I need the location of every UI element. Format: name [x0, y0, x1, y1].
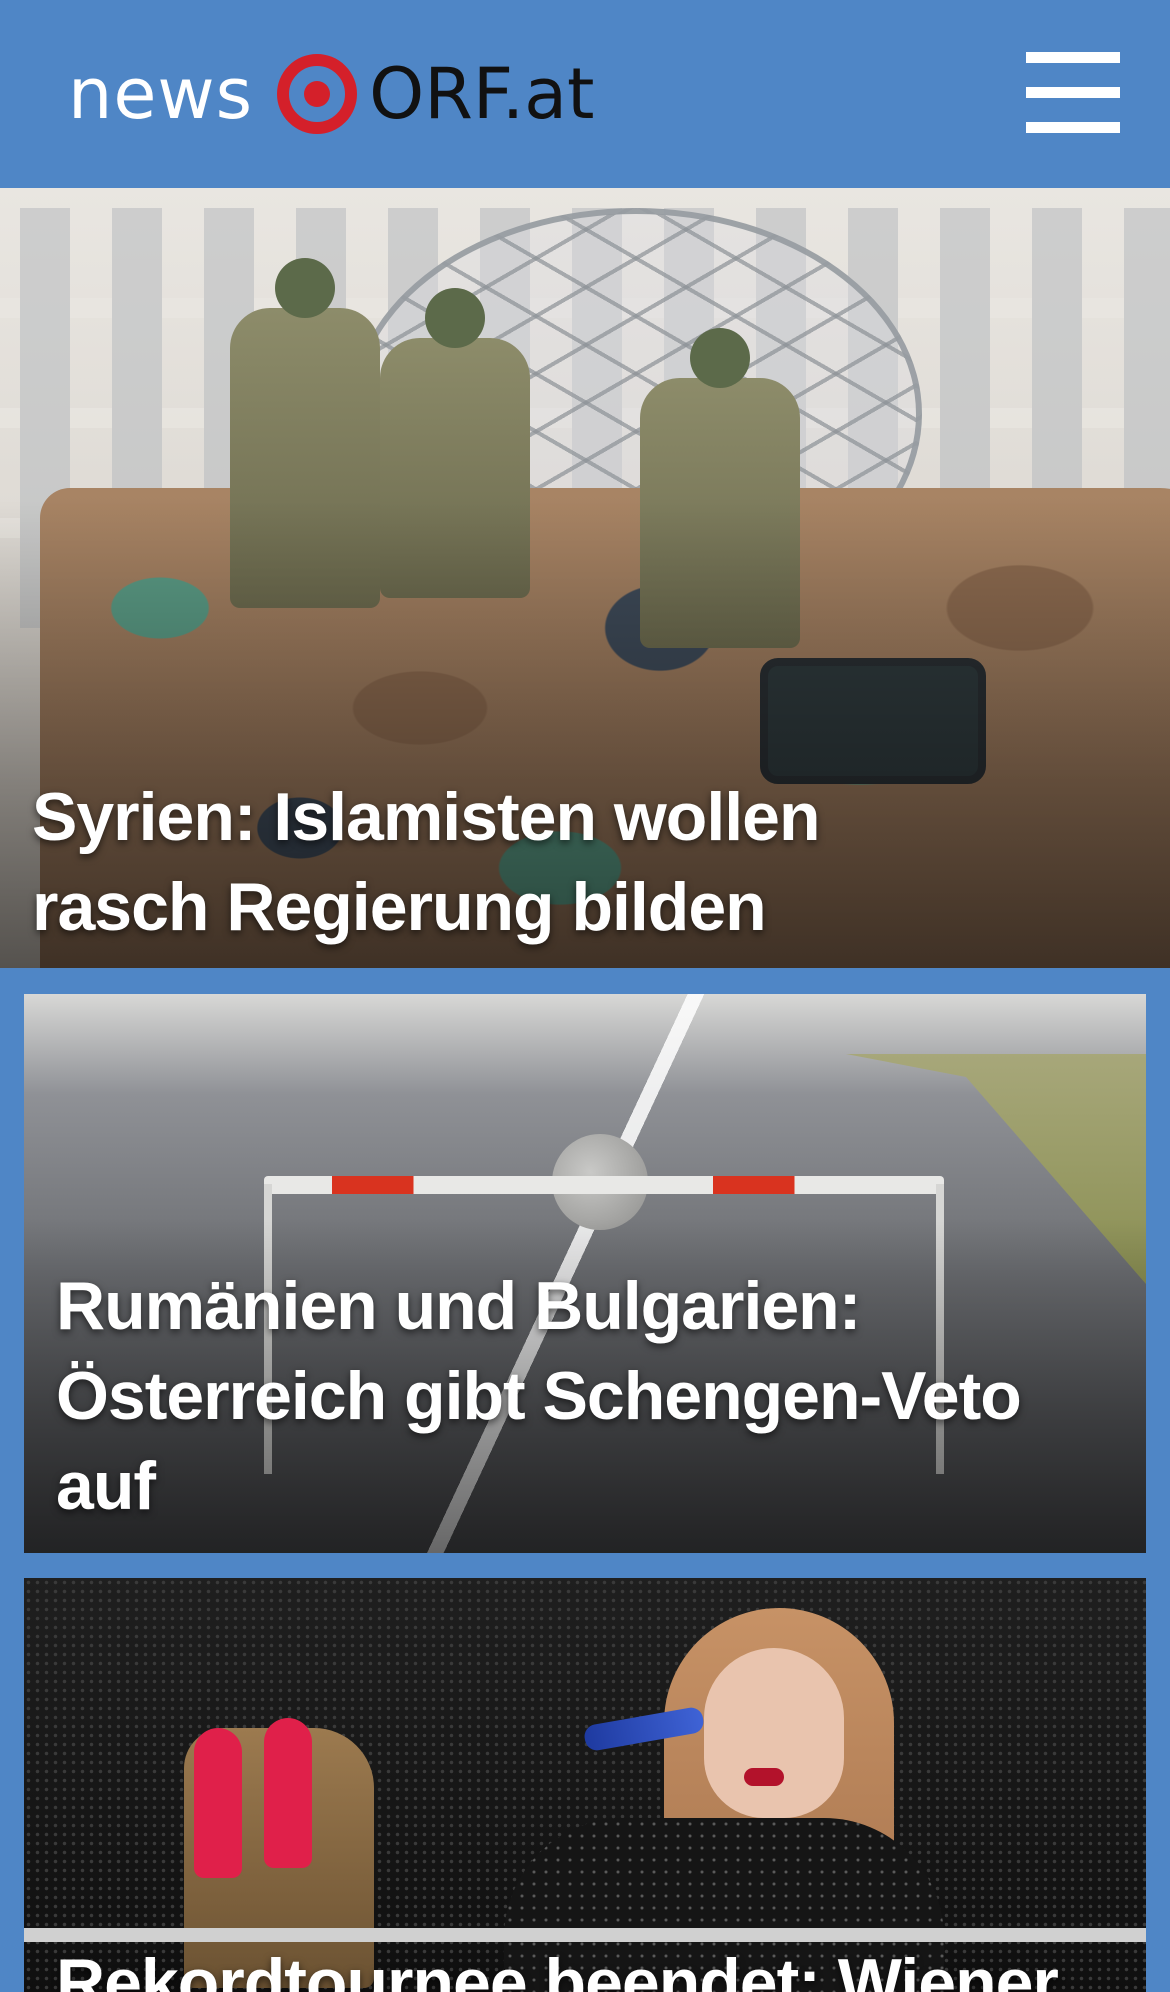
article-card-schengen[interactable]: Rumänien und Bulgarien: Österreich gibt …: [24, 994, 1146, 1553]
article-headline[interactable]: Syrien: Islamisten wollen rasch Regierun…: [32, 772, 970, 952]
article-card-tour[interactable]: Rekordtournee beendet: Wiener: [24, 1578, 1146, 1992]
orf-news-logo[interactable]: news ORF.at: [68, 52, 595, 136]
orf-target-logo-icon: [275, 52, 359, 136]
article-image-concert-singer: [24, 1578, 1146, 1992]
article-headline[interactable]: Rumänien und Bulgarien: Österreich gibt …: [56, 1261, 1126, 1531]
hamburger-menu-icon[interactable]: [1022, 50, 1122, 136]
article-card-syria[interactable]: Syrien: Islamisten wollen rasch Regierun…: [0, 188, 1170, 968]
logo-news-text: news: [68, 53, 254, 135]
site-header: news ORF.at: [0, 0, 1170, 188]
logo-orf-text: ORF.at: [369, 53, 595, 135]
article-headline[interactable]: Rekordtournee beendet: Wiener: [56, 1938, 1126, 1992]
